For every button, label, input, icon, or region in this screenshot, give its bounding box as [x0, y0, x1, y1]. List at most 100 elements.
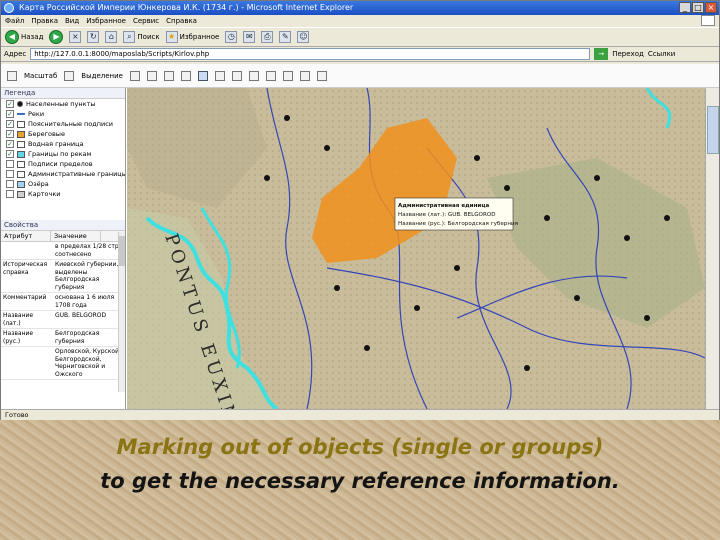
measure-icon[interactable] [231, 70, 242, 81]
scale-label: Масштаб [24, 71, 58, 80]
settlement-marker[interactable] [334, 285, 340, 291]
properties-scrollbar[interactable] [118, 232, 125, 392]
legend-item[interactable]: Карточки [1, 189, 125, 199]
property-key [1, 347, 53, 379]
mode-dropdown[interactable] [129, 70, 140, 81]
menu-favorites[interactable]: Избранное [86, 15, 126, 27]
edit-icon[interactable]: ✎ [279, 31, 292, 43]
scale-dropdown[interactable] [64, 70, 75, 81]
history-icon[interactable]: ◷ [225, 31, 238, 43]
map-scrollbar[interactable] [705, 88, 719, 409]
export-icon[interactable] [316, 70, 327, 81]
zoom-out-icon[interactable] [163, 70, 174, 81]
map-scroll-thumb[interactable] [707, 106, 719, 154]
table-icon[interactable] [282, 70, 293, 81]
forward-button[interactable]: ▶ [49, 30, 64, 44]
settlement-marker[interactable] [624, 235, 630, 241]
close-button[interactable]: × [705, 2, 717, 13]
legend-checkbox[interactable]: ✓ [6, 100, 14, 108]
settlement-marker[interactable] [594, 175, 600, 181]
property-row: Название (лат.) GUB. BELGOROD [1, 311, 125, 329]
legend-label: Водная граница [28, 140, 84, 148]
legend-item[interactable]: ✓ Реки [1, 109, 125, 119]
settlement-marker[interactable] [474, 155, 480, 161]
legend-label: Береговые [28, 130, 65, 138]
select-icon[interactable] [197, 70, 208, 81]
legend-checkbox[interactable] [6, 170, 14, 178]
info-icon[interactable] [214, 70, 225, 81]
address-input[interactable]: http://127.0.0.1:8000/maposlab/Scripts/K… [30, 48, 591, 60]
layers-icon[interactable] [7, 70, 17, 81]
popup-line-3: Название (рус.): Белгородская губерния [398, 221, 518, 227]
grid-icon[interactable] [248, 70, 259, 81]
map-view[interactable]: PONTUS EUXINUS Административная единица … [127, 88, 705, 409]
legend-label: Пояснительные подписи [28, 120, 114, 128]
go-button[interactable]: → [594, 48, 609, 60]
settlement-marker[interactable] [574, 295, 580, 301]
legend-checkbox[interactable] [6, 160, 14, 168]
settlement-marker[interactable] [264, 175, 270, 181]
menu-help[interactable]: Справка [166, 15, 197, 27]
search-button[interactable]: ⌕ Поиск [123, 31, 160, 43]
zoom-in-icon[interactable] [146, 70, 157, 81]
properties-title: Свойства [1, 220, 125, 231]
maximize-button[interactable]: □ [692, 2, 704, 13]
legend-label: Административные границы [28, 170, 125, 178]
legend-checkbox[interactable]: ✓ [6, 130, 14, 138]
legend-checkbox[interactable]: ✓ [6, 120, 14, 128]
settlement-marker[interactable] [524, 365, 530, 371]
property-value: в пределах 1/28 стр., соотнесено [55, 243, 123, 258]
legend-item[interactable]: ✓ Населенные пункты [1, 99, 125, 109]
settlement-marker[interactable] [544, 215, 550, 221]
settlement-marker[interactable] [284, 115, 290, 121]
settlement-marker[interactable] [414, 305, 420, 311]
refresh-icon[interactable]: ↻ [87, 31, 100, 43]
browser-window: Карта Российской Империи Юнкерова И.К. (… [0, 0, 720, 420]
legend-item[interactable]: ✓ Пояснительные подписи [1, 119, 125, 129]
settlement-marker[interactable] [454, 265, 460, 271]
legend-swatch-icon [17, 120, 25, 128]
mail-icon[interactable]: ✉ [243, 31, 256, 43]
print-icon[interactable]: ⎙ [261, 31, 274, 43]
legend-item[interactable]: ✓ Границы по рекам [1, 149, 125, 159]
menu-file[interactable]: Файл [5, 15, 24, 27]
menu-tools[interactable]: Сервис [133, 15, 159, 27]
map-toolbar: Масштаб Выделение [1, 64, 719, 88]
ruler-icon[interactable] [265, 70, 276, 81]
legend-label: Населенные пункты [26, 100, 96, 108]
settlement-marker[interactable] [324, 145, 330, 151]
pan-icon[interactable] [180, 70, 191, 81]
search-icon: ⌕ [123, 31, 136, 43]
properties-scroll-thumb[interactable] [119, 236, 125, 266]
legend-checkbox[interactable]: ✓ [6, 110, 14, 118]
settlement-marker[interactable] [364, 345, 370, 351]
legend-checkbox[interactable]: ✓ [6, 140, 14, 148]
minimize-button[interactable]: _ [679, 2, 691, 13]
map-canvas[interactable]: PONTUS EUXINUS Административная единица … [127, 88, 705, 409]
chart-icon[interactable] [299, 70, 310, 81]
settlement-marker[interactable] [504, 185, 510, 191]
legend-checkbox[interactable] [6, 190, 14, 198]
menu-view[interactable]: Вид [65, 15, 79, 27]
property-row: Комментарий основана 1 6 июля 1708 года [1, 293, 125, 311]
legend-item[interactable]: ✓ Береговые [1, 129, 125, 139]
status-text: Готово [5, 411, 29, 419]
messenger-icon[interactable]: ☺ [297, 31, 310, 43]
legend-item[interactable]: Озёра [1, 179, 125, 189]
legend-item[interactable]: Подписи пределов [1, 159, 125, 169]
menu-edit[interactable]: Правка [31, 15, 58, 27]
legend-checkbox[interactable]: ✓ [6, 150, 14, 158]
legend-checkbox[interactable] [6, 180, 14, 188]
legend-item[interactable]: Административные границы [1, 169, 125, 179]
settlement-marker[interactable] [644, 315, 650, 321]
go-label[interactable]: Переход [612, 50, 644, 58]
back-button[interactable]: ◀ Назад [5, 30, 43, 44]
links-label[interactable]: Ссылки [648, 50, 676, 58]
settlement-marker[interactable] [664, 215, 670, 221]
favorites-button[interactable]: ★ Избранное [165, 31, 219, 43]
stop-icon[interactable]: × [69, 31, 82, 43]
legend-swatch-icon [17, 180, 25, 188]
property-value: Белгородская губерния [55, 330, 100, 345]
home-icon[interactable]: ⌂ [105, 31, 118, 43]
legend-item[interactable]: ✓ Водная граница [1, 139, 125, 149]
